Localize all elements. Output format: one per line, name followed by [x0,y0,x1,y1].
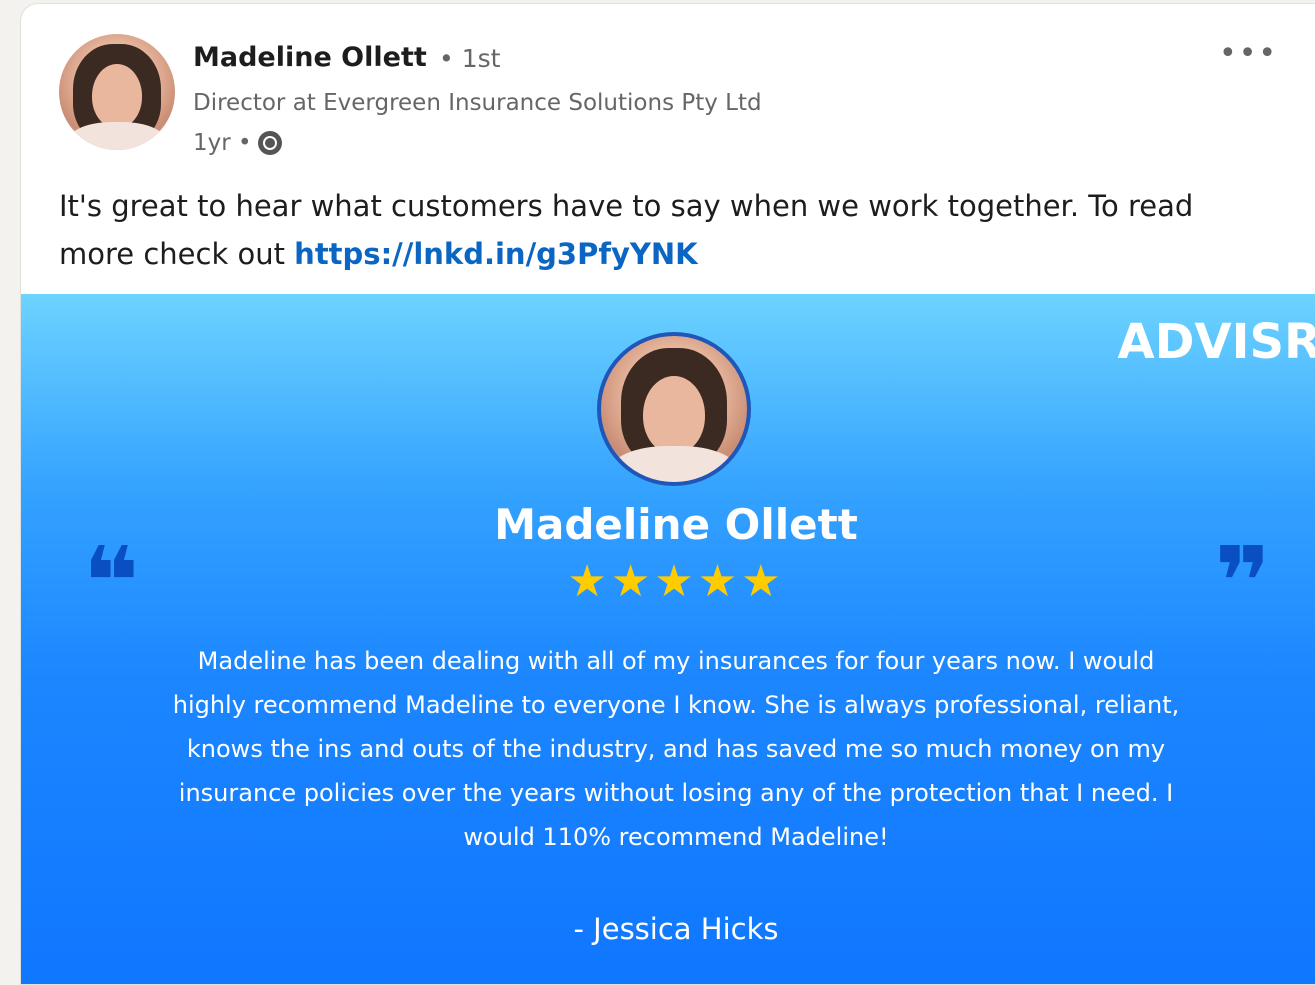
post-meta: 1yr • [193,130,282,156]
testimonial-name: Madeline Ollett [494,500,858,549]
testimonial-text: Madeline has been dealing with all of my… [172,647,1180,851]
close-quote-icon: ❞ [1214,526,1271,638]
post-time: 1yr • [193,130,252,156]
author-headline: Director at Evergreen Insurance Solution… [193,90,762,116]
avatar-shirt [69,122,165,150]
author-name[interactable]: Madeline Ollett [193,42,427,73]
post-link[interactable]: https://lnkd.in/g3PfyYNK [294,237,697,271]
testimonial-avatar [597,332,751,486]
testimonial-image[interactable]: ADVISR Madeline Ollett ★★★★★ ❝ ❞ Madelin… [21,294,1315,984]
connection-degree: • 1st [439,44,501,73]
open-quote-icon: ❝ [83,526,140,638]
brand-logo: ADVISR [1117,314,1315,370]
globe-icon [257,131,282,155]
testimonial-avatar-shirt [611,446,737,482]
avatar-face [92,64,142,128]
more-options-icon[interactable]: ••• [1219,36,1278,71]
testimonial-author: - Jessica Hicks [573,912,779,946]
testimonial-avatar-face [643,376,705,454]
rating-stars: ★★★★★ [567,556,785,607]
author-avatar[interactable] [59,34,175,150]
linkedin-post-card: Madeline Ollett • 1st Director at Evergr… [20,3,1315,985]
post-text: It's great to hear what customers have t… [59,182,1259,278]
